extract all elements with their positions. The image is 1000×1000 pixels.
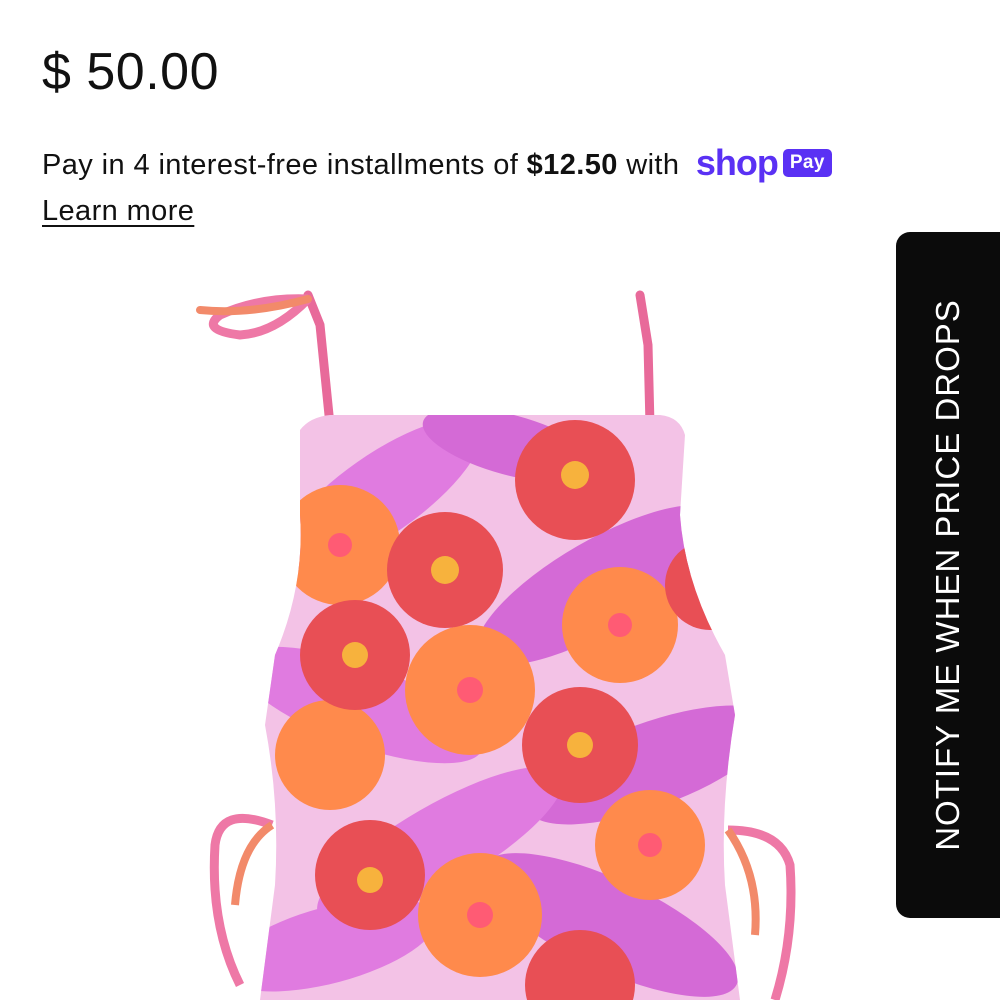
product-price: $ 50.00 xyxy=(42,43,219,101)
right-strap xyxy=(635,290,655,430)
shop-pay-wordmark: shop xyxy=(695,142,779,184)
notify-price-drop-label: NOTIFY ME WHEN PRICE DROPS xyxy=(929,299,966,851)
notify-price-drop-button[interactable]: NOTIFY ME WHEN PRICE DROPS xyxy=(896,232,1000,918)
installments-suffix: with xyxy=(617,149,688,181)
installments-prefix: Pay in 4 interest-free installments of xyxy=(42,149,527,181)
product-image[interactable] xyxy=(180,285,820,1000)
installments-message: Pay in 4 interest-free installments of $… xyxy=(42,142,962,188)
shop-pay-badge: Pay xyxy=(782,149,832,178)
left-strap xyxy=(196,290,335,430)
learn-more-link[interactable]: Learn more xyxy=(42,188,194,234)
shop-pay-logo: shop Pay xyxy=(696,145,832,181)
installment-amount: $12.50 xyxy=(526,149,618,181)
product-page: $ 50.00 Pay in 4 interest-free installme… xyxy=(0,0,1000,1000)
